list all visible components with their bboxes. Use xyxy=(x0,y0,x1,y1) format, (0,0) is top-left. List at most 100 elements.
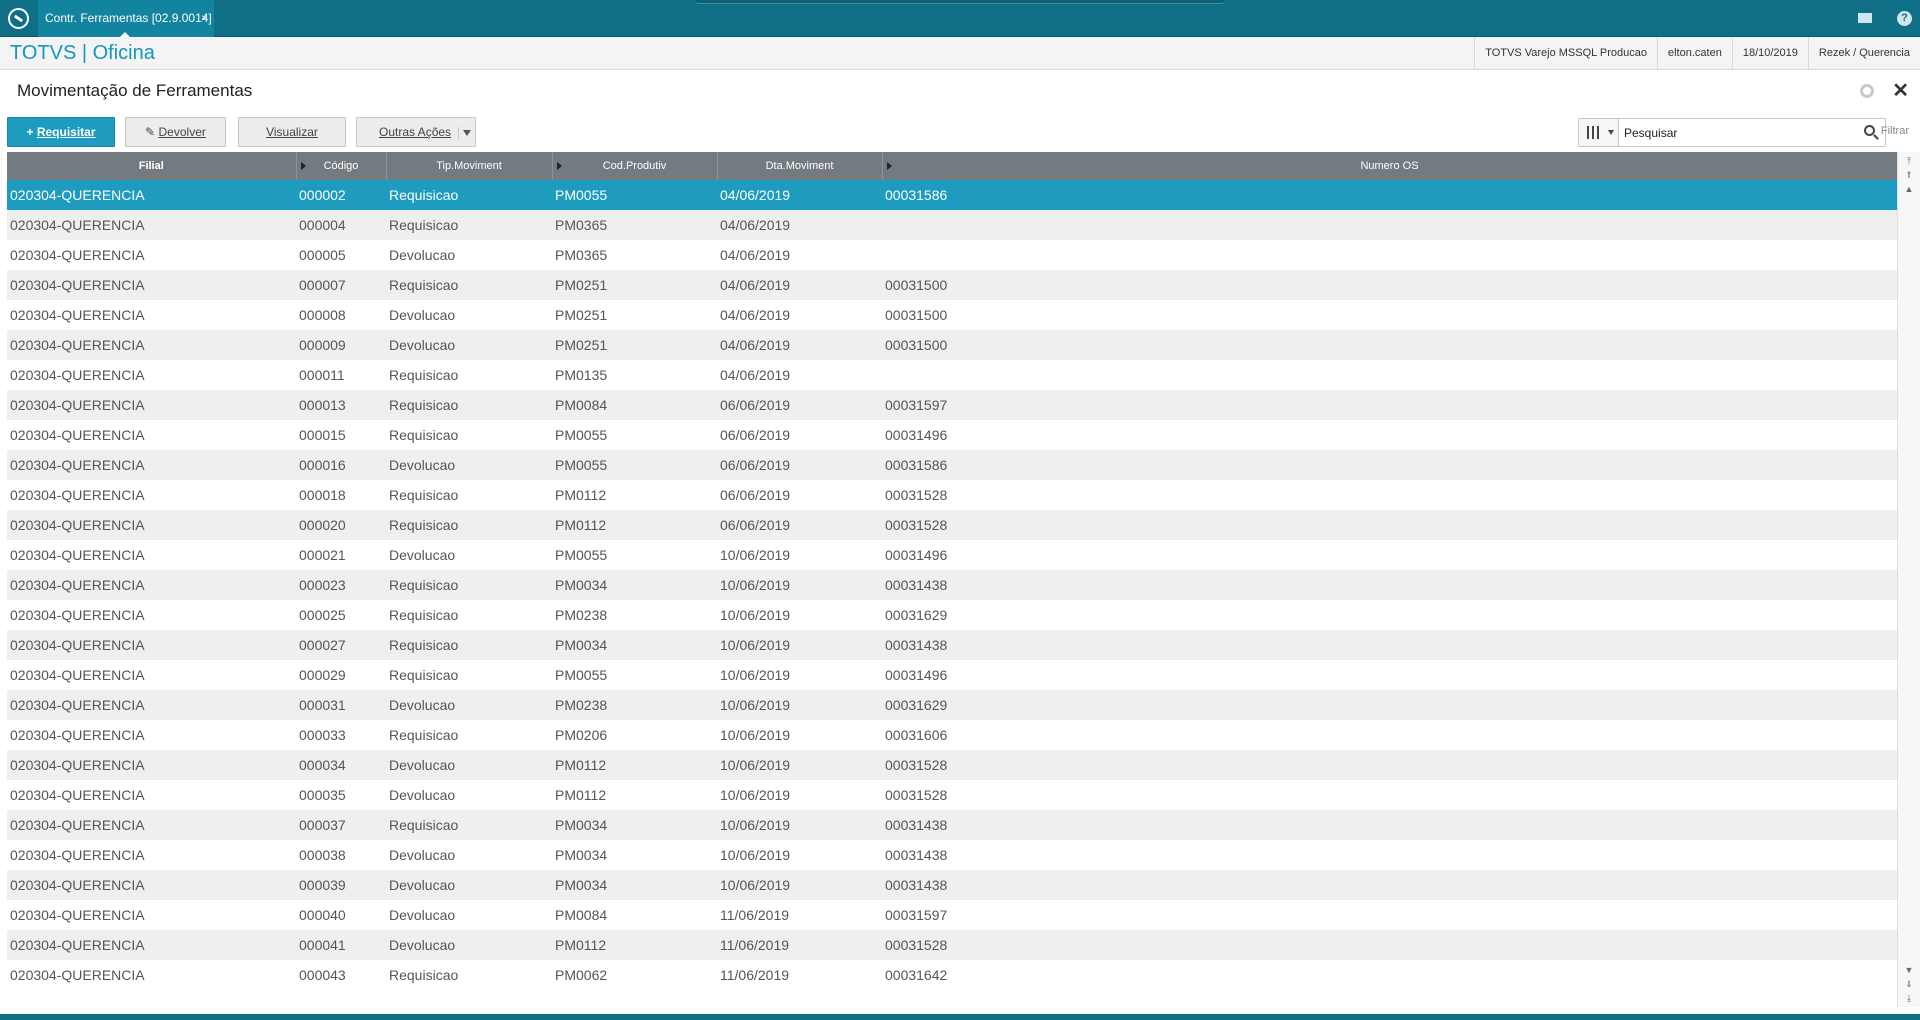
cell-numero-os: 00031528 xyxy=(882,510,1897,540)
column-resize-arrow-icon xyxy=(556,162,562,170)
cell-dta-moviment: 10/06/2019 xyxy=(717,600,882,630)
cell-cod-produtiv: PM0365 xyxy=(552,210,717,240)
cell-tip-moviment: Requisicao xyxy=(386,600,552,630)
cell-tip-moviment: Requisicao xyxy=(386,270,552,300)
cell-numero-os: 00031606 xyxy=(882,720,1897,750)
cell-tip-moviment: Requisicao xyxy=(386,660,552,690)
cell-dta-moviment: 04/06/2019 xyxy=(717,330,882,360)
cell-tip-moviment: Requisicao xyxy=(386,180,552,210)
table-row[interactable]: 020304-QUERENCIA 000015 Requisicao PM0055 06… xyxy=(7,420,1897,450)
close-page-icon[interactable]: ✕ xyxy=(1892,78,1909,103)
cell-tip-moviment: Requisicao xyxy=(386,420,552,450)
column-header-codigo[interactable]: Código xyxy=(296,152,387,180)
cell-tip-moviment: Requisicao xyxy=(386,510,552,540)
table-row[interactable]: 020304-QUERENCIA 000025 Requisicao PM0238 10… xyxy=(7,600,1897,630)
cell-dta-moviment: 10/06/2019 xyxy=(717,750,882,780)
cell-filial: 020304-QUERENCIA xyxy=(7,510,296,540)
cell-dta-moviment: 06/06/2019 xyxy=(717,390,882,420)
cell-codigo: 000041 xyxy=(296,930,386,960)
gear-icon[interactable] xyxy=(1860,84,1874,98)
cell-tip-moviment: Requisicao xyxy=(386,960,552,990)
table-row[interactable]: 020304-QUERENCIA 000031 Devolucao PM0238 10/… xyxy=(7,690,1897,720)
column-header-cod-produtiv[interactable]: Cod.Produtiv xyxy=(552,152,718,180)
table-row[interactable]: 020304-QUERENCIA 000041 Devolucao PM0112 11/… xyxy=(7,930,1897,960)
table-row[interactable]: 020304-QUERENCIA 000018 Requisicao PM0112 06… xyxy=(7,480,1897,510)
requisitar-button[interactable]: + Requisitar xyxy=(7,117,115,147)
table-row[interactable]: 020304-QUERENCIA 000016 Devolucao PM0055 06/… xyxy=(7,450,1897,480)
vertical-scrollbar[interactable]: ⤒ ⇑ ▲ ▼ ⇓ ⤓ xyxy=(1897,152,1920,1007)
cell-cod-produtiv: PM0135 xyxy=(552,360,717,390)
cell-cod-produtiv: PM0034 xyxy=(552,840,717,870)
scroll-up-icon[interactable]: ▲ xyxy=(1904,184,1914,194)
search-input[interactable] xyxy=(1624,123,1824,142)
table-row[interactable]: 020304-QUERENCIA 000011 Requisicao PM0135 04… xyxy=(7,360,1897,390)
table-row[interactable]: 020304-QUERENCIA 000043 Requisicao PM0062 11… xyxy=(7,960,1897,990)
scroll-page-down-icon[interactable]: ⇓ xyxy=(1904,979,1914,989)
devolver-label: Devolver xyxy=(158,125,206,139)
data-grid: Filial Código Tip.Moviment Cod.Produtiv … xyxy=(7,152,1897,1007)
table-row[interactable]: 020304-QUERENCIA 000004 Requisicao PM0365 04… xyxy=(7,210,1897,240)
cell-tip-moviment: Requisicao xyxy=(386,810,552,840)
table-row[interactable]: 020304-QUERENCIA 000020 Requisicao PM0112 06… xyxy=(7,510,1897,540)
chevron-down-icon[interactable] xyxy=(458,127,472,139)
cell-filial: 020304-QUERENCIA xyxy=(7,930,296,960)
columns-selector-button[interactable] xyxy=(1579,119,1619,146)
column-header-filial[interactable]: Filial xyxy=(7,152,297,180)
outras-acoes-label: Outras Ações xyxy=(379,125,452,139)
column-header-numero-os[interactable]: Numero OS xyxy=(882,152,1897,180)
cell-tip-moviment: Devolucao xyxy=(386,540,552,570)
cell-filial: 020304-QUERENCIA xyxy=(7,540,296,570)
cell-cod-produtiv: PM0055 xyxy=(552,540,717,570)
scroll-down-icon[interactable]: ▼ xyxy=(1904,965,1914,975)
table-row[interactable]: 020304-QUERENCIA 000005 Devolucao PM0365 04/… xyxy=(7,240,1897,270)
table-row[interactable]: 020304-QUERENCIA 000033 Requisicao PM0206 10… xyxy=(7,720,1897,750)
cell-filial: 020304-QUERENCIA xyxy=(7,270,296,300)
devolver-button[interactable]: ✎ Devolver xyxy=(125,117,226,147)
cell-codigo: 000034 xyxy=(296,750,386,780)
filter-link[interactable]: Filtrar xyxy=(1881,125,1909,137)
table-row[interactable]: 020304-QUERENCIA 000034 Devolucao PM0112 10/… xyxy=(7,750,1897,780)
table-row[interactable]: 020304-QUERENCIA 000008 Devolucao PM0251 04/… xyxy=(7,300,1897,330)
table-row[interactable]: 020304-QUERENCIA 000007 Requisicao PM0251 04… xyxy=(7,270,1897,300)
cell-dta-moviment: 10/06/2019 xyxy=(717,780,882,810)
scroll-page-up-icon[interactable]: ⇑ xyxy=(1904,170,1914,180)
tab-contr-ferramentas[interactable]: Contr. Ferramentas [02.9.0014] × xyxy=(38,0,214,37)
table-row[interactable]: 020304-QUERENCIA 000013 Requisicao PM0084 06… xyxy=(7,390,1897,420)
scroll-top-icon[interactable]: ⤒ xyxy=(1904,156,1914,166)
cell-cod-produtiv: PM0034 xyxy=(552,810,717,840)
cell-numero-os: 00031438 xyxy=(882,570,1897,600)
help-icon[interactable]: ? xyxy=(1897,11,1912,26)
cell-filial: 020304-QUERENCIA xyxy=(7,720,296,750)
cell-filial: 020304-QUERENCIA xyxy=(7,780,296,810)
table-row[interactable]: 020304-QUERENCIA 000040 Devolucao PM0084 11/… xyxy=(7,900,1897,930)
cell-filial: 020304-QUERENCIA xyxy=(7,420,296,450)
cell-codigo: 000007 xyxy=(296,270,386,300)
table-row[interactable]: 020304-QUERENCIA 000027 Requisicao PM0034 10… xyxy=(7,630,1897,660)
tab-close-icon[interactable]: × xyxy=(201,0,208,37)
table-row[interactable]: 020304-QUERENCIA 000021 Devolucao PM0055 10/… xyxy=(7,540,1897,570)
cell-dta-moviment: 06/06/2019 xyxy=(717,510,882,540)
visualizar-button[interactable]: Visualizar xyxy=(238,117,346,147)
cell-filial: 020304-QUERENCIA xyxy=(7,960,296,990)
table-row[interactable]: 020304-QUERENCIA 000035 Devolucao PM0112 10/… xyxy=(7,780,1897,810)
cell-cod-produtiv: PM0062 xyxy=(552,960,717,990)
table-row[interactable]: 020304-QUERENCIA 000023 Requisicao PM0034 10… xyxy=(7,570,1897,600)
table-row[interactable]: 020304-QUERENCIA 000039 Devolucao PM0034 10/… xyxy=(7,870,1897,900)
table-row[interactable]: 020304-QUERENCIA 000002 Requisicao PM0055 04… xyxy=(7,180,1897,210)
table-row[interactable]: 020304-QUERENCIA 000029 Requisicao PM0055 10… xyxy=(7,660,1897,690)
cell-dta-moviment: 04/06/2019 xyxy=(717,240,882,270)
table-row[interactable]: 020304-QUERENCIA 000038 Devolucao PM0034 10/… xyxy=(7,840,1897,870)
table-row[interactable]: 020304-QUERENCIA 000009 Devolucao PM0251 04/… xyxy=(7,330,1897,360)
cell-cod-produtiv: PM0084 xyxy=(552,900,717,930)
cell-numero-os: 00031586 xyxy=(882,180,1897,210)
chevron-down-icon xyxy=(1608,130,1614,135)
column-header-tip-moviment[interactable]: Tip.Moviment xyxy=(386,152,553,180)
scroll-bottom-icon[interactable]: ⤓ xyxy=(1904,993,1914,1003)
mail-icon[interactable] xyxy=(1858,13,1872,23)
search-icon[interactable] xyxy=(1864,125,1875,136)
table-row[interactable]: 020304-QUERENCIA 000037 Requisicao PM0034 10… xyxy=(7,810,1897,840)
cell-tip-moviment: Devolucao xyxy=(386,690,552,720)
column-header-dta-moviment[interactable]: Dta.Moviment xyxy=(717,152,883,180)
totvs-logo-icon[interactable] xyxy=(8,8,29,29)
outras-acoes-button[interactable]: Outras Ações xyxy=(356,117,476,147)
